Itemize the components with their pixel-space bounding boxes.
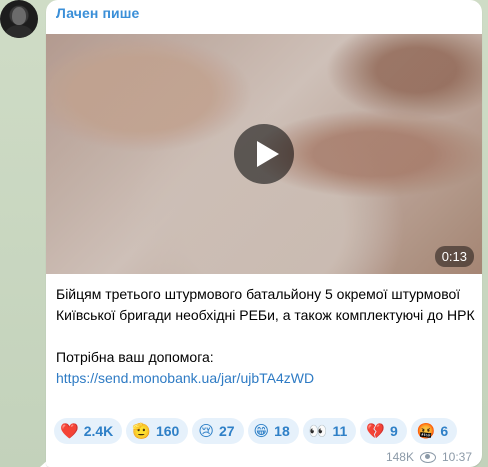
message-paragraph: Потрібна ваш допомога: (56, 349, 214, 365)
reaction-count: 9 (389, 423, 398, 439)
view-count: 148K (385, 450, 414, 464)
message-time: 10:37 (441, 450, 472, 464)
eye-icon (419, 451, 436, 463)
reaction-salute[interactable]: 🫡 160 (126, 418, 189, 444)
reaction-count: 160 (155, 423, 180, 439)
channel-avatar[interactable] (0, 0, 38, 38)
avatar-body (5, 25, 33, 38)
reaction-count: 11 (332, 423, 348, 439)
salute-icon: 🫡 (132, 423, 151, 440)
eyes-icon: 👀 (308, 423, 328, 440)
message-meta: 148K 10:37 (386, 450, 472, 464)
video-thumbnail[interactable]: 0:13 (46, 34, 482, 274)
reaction-crying[interactable]: 😢 27 (192, 418, 244, 444)
reaction-count: 18 (274, 423, 290, 439)
reaction-count: 27 (218, 423, 235, 439)
message-text: Бійцям третього штурмового батальйону 5 … (56, 284, 476, 389)
author-name[interactable]: Лачен пише (56, 5, 139, 21)
avatar-face (12, 7, 26, 25)
message-bubble: Лачен пише 0:13 Бійцям третього штурмово… (46, 0, 482, 467)
heart-icon: ❤️ (60, 423, 79, 440)
reactions-bar: ❤️ 2.4K 🫡 160 😢 27 😁 18 👀 11 💔 9 🤬 6 (54, 418, 458, 446)
reaction-angry[interactable]: 🤬 6 (410, 418, 458, 444)
play-icon (257, 141, 279, 167)
angry-face-icon: 🤬 (416, 423, 436, 440)
video-duration: 0:13 (434, 246, 474, 267)
reaction-broken-heart[interactable]: 💔 9 (360, 418, 407, 444)
message-paragraph: Бійцям третього штурмового батальйону 5 … (56, 286, 475, 323)
reaction-eyes[interactable]: 👀 11 (302, 418, 357, 444)
crying-face-icon: 😢 (198, 423, 214, 440)
donation-link[interactable]: https://send.monobank.ua/jar/ujbTA4zWD (56, 370, 314, 386)
reaction-heart[interactable]: ❤️ 2.4K (54, 418, 123, 444)
grinning-face-icon: 😁 (253, 423, 270, 440)
reaction-count: 2.4K (83, 423, 114, 439)
play-button[interactable] (234, 124, 294, 184)
reaction-grin[interactable]: 😁 18 (247, 418, 299, 444)
reaction-count: 6 (440, 423, 449, 439)
broken-heart-icon: 💔 (366, 423, 385, 440)
